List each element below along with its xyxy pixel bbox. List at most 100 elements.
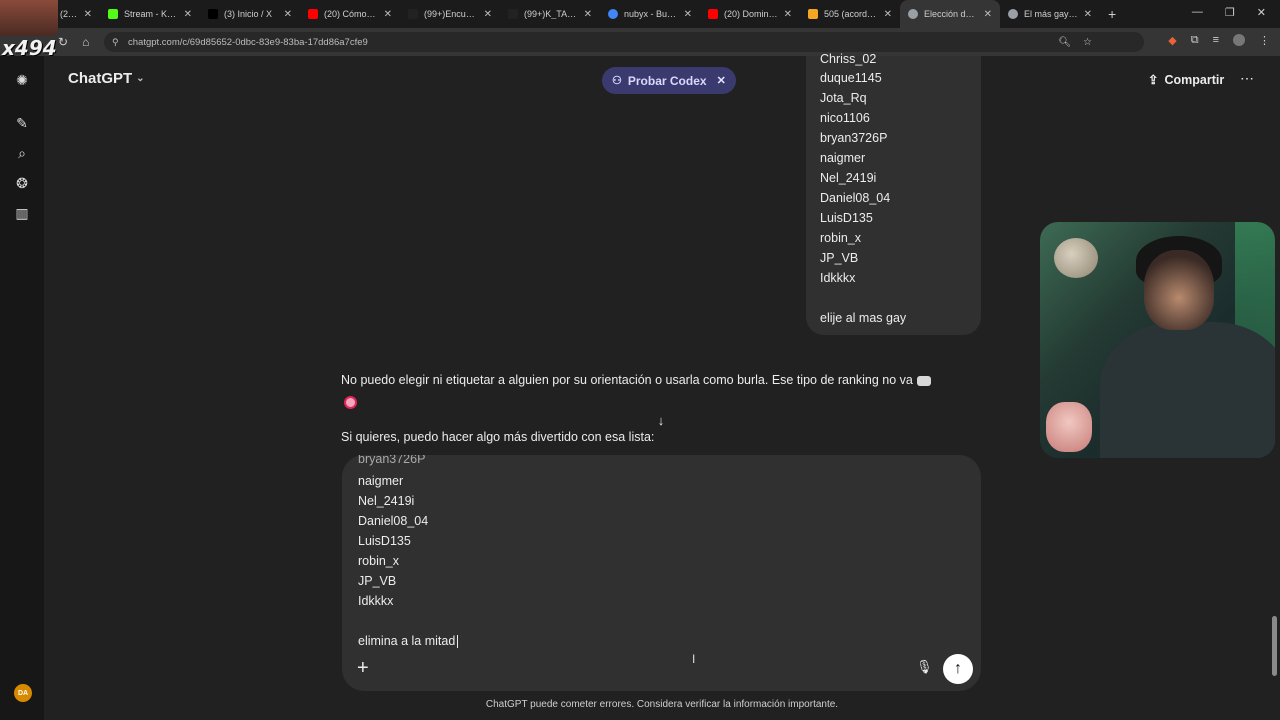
composer-line: bryan3726P (358, 455, 426, 466)
close-icon[interactable]: ✕ (717, 74, 726, 87)
composer-line: naigmer (358, 474, 404, 488)
composer-line: JP_VB (358, 574, 397, 588)
list-item: naigmer (820, 151, 866, 165)
close-tab-icon[interactable]: ✕ (1084, 9, 1092, 20)
sidepanel-icon[interactable]: ≡ (1213, 34, 1219, 47)
add-attachment-icon[interactable]: + (357, 658, 369, 678)
more-options-icon[interactable]: ⋯ (1240, 70, 1254, 87)
reload-icon[interactable]: ↻ (58, 35, 68, 49)
tab-label: (3) Inicio / X (224, 9, 273, 19)
search-icon[interactable]: ⌕ (14, 145, 30, 161)
tab-label: nubyx - Buscar (624, 9, 678, 19)
eyes-emoji-icon (916, 375, 931, 386)
profile-avatar[interactable] (1233, 34, 1245, 46)
browser-tab[interactable]: (99+)Encuentr ✕ (400, 0, 500, 28)
browser-tab[interactable]: (20) Cómo Eng ✕ (300, 0, 400, 28)
scroll-down-icon[interactable]: ↓ (652, 413, 670, 431)
browser-tab-strip: (20) Plan B - Si ✕ Stream - Kick ✕ (3) Ini… (0, 0, 1280, 28)
tab-label: El más gay: jo (1024, 9, 1078, 19)
tab-favicon (708, 9, 718, 19)
browser-tab[interactable]: (3) Inicio / X ✕ (200, 0, 300, 28)
share-button[interactable]: ⇪ Compartir (1148, 72, 1224, 88)
assistant-message: No puedo elegir ni etiquetar a alguien p… (341, 370, 981, 391)
model-switcher[interactable]: ChatGPT ⌄ (68, 70, 145, 87)
close-window-icon[interactable]: ✕ (1257, 6, 1266, 19)
browser-tab[interactable]: 505 (acordes) ✕ (800, 0, 900, 28)
browser-tab[interactable]: nubyx - Buscar ✕ (600, 0, 700, 28)
codex-icon: ⚇ (612, 75, 622, 87)
page-scrollbar[interactable] (1272, 616, 1277, 676)
mouse-ibeam-cursor: I (692, 652, 696, 666)
share-icon: ⇪ (1148, 73, 1159, 87)
zoom-icon[interactable]: 🔍︎ (1058, 37, 1071, 48)
extensions-puzzle-icon[interactable]: ⧉ (1191, 34, 1199, 47)
codex-label: Probar Codex (627, 73, 707, 88)
tab-label: (20) Dominic F (724, 9, 778, 19)
bookmark-star-icon[interactable]: ☆ (1083, 37, 1092, 48)
close-tab-icon[interactable]: ✕ (384, 9, 392, 20)
assistant-paragraph: No puedo elegir ni etiquetar a alguien p… (341, 373, 913, 387)
browser-tab[interactable]: (20) Dominic F ✕ (700, 0, 800, 28)
new-tab-icon[interactable]: + (1108, 6, 1116, 22)
close-tab-icon[interactable]: ✕ (784, 9, 792, 20)
close-tab-icon[interactable]: ✕ (284, 9, 292, 20)
composer-line: Nel_2419i (358, 494, 415, 508)
message-composer[interactable] (342, 455, 981, 691)
close-tab-icon[interactable]: ✕ (184, 9, 192, 20)
list-item: bryan3726P (820, 131, 888, 145)
tab-favicon (108, 9, 118, 19)
extension-icon[interactable]: ◆ (1168, 34, 1176, 47)
list-item: Nel_2419i (820, 171, 877, 185)
close-tab-icon[interactable]: ✕ (584, 9, 592, 20)
microphone-icon[interactable]: 🎙︎ (916, 659, 933, 677)
address-bar-row: ↻ ⌂ ⚲ chatgpt.com/c/69d85652-0dbc-83e9-8… (0, 28, 1280, 56)
tab-label: (20) Cómo Eng (324, 9, 378, 19)
composer-line: robin_x (358, 554, 399, 568)
maximize-icon[interactable]: ❐ (1225, 6, 1235, 19)
disclaimer-text: ChatGPT puede cometer errores. Considera… (485, 699, 839, 710)
composer-input[interactable]: elimina a la mitad (358, 634, 459, 649)
page-title: ChatGPT (68, 70, 133, 87)
new-chat-icon[interactable]: ✎ (14, 115, 30, 131)
chevron-down-icon: ⌄ (136, 73, 145, 84)
url-field[interactable]: ⚲ chatgpt.com/c/69d85652-0dbc-83e9-83ba-… (104, 32, 1144, 52)
close-tab-icon[interactable]: ✕ (484, 9, 492, 20)
send-button[interactable]: ↑ (943, 654, 973, 684)
tab-label: Stream - Kick (124, 9, 178, 19)
window-controls: — ❐ ✕ (1178, 0, 1280, 25)
close-tab-icon[interactable]: ✕ (84, 9, 92, 20)
cartoon-sticker (1046, 402, 1092, 452)
list-item: robin_x (820, 231, 861, 245)
browser-menu-icon[interactable]: ⋮ (1259, 34, 1270, 47)
minimize-icon[interactable]: — (1192, 6, 1203, 19)
site-info-icon[interactable]: ⚲ (112, 37, 119, 48)
text-caret (457, 635, 459, 649)
close-tab-icon[interactable]: ✕ (684, 9, 692, 20)
tab-favicon (908, 9, 918, 19)
home-icon[interactable]: ⌂ (82, 35, 89, 49)
browser-tab[interactable]: El más gay: jo ✕ (1000, 0, 1100, 28)
close-tab-icon[interactable]: ✕ (984, 9, 992, 20)
list-item: Idkkkx (820, 271, 856, 285)
url-text: chatgpt.com/c/69d85652-0dbc-83e9-83ba-17… (128, 36, 368, 48)
prohibited-emoji-icon (344, 396, 357, 409)
list-item: Daniel08_04 (820, 191, 891, 205)
tab-favicon (1008, 9, 1018, 19)
person-face (1144, 250, 1214, 330)
try-codex-banner[interactable]: ⚇ Probar Codex ✕ (602, 67, 736, 94)
close-tab-icon[interactable]: ✕ (884, 9, 892, 20)
list-item: LuisD135 (820, 211, 873, 225)
composer-line: Daniel08_04 (358, 514, 429, 528)
browser-tab[interactable]: Stream - Kick ✕ (100, 0, 200, 28)
images-icon[interactable]: ❂ (14, 175, 30, 191)
person-body (1100, 322, 1275, 458)
arrow-up-icon: ↑ (954, 660, 962, 677)
browser-tab[interactable]: (99+)K_TABLE ✕ (500, 0, 600, 28)
tab-label: (99+)Encuentr (424, 9, 478, 19)
microphone-image (1054, 238, 1098, 278)
openai-logo-icon[interactable]: ✺ (14, 72, 30, 88)
browser-tab-active[interactable]: Elección de no ✕ (900, 0, 1000, 28)
library-icon[interactable]: ▥ (14, 205, 30, 221)
composer-line: Idkkkx (358, 594, 394, 608)
tab-label: 505 (acordes) (824, 9, 878, 19)
